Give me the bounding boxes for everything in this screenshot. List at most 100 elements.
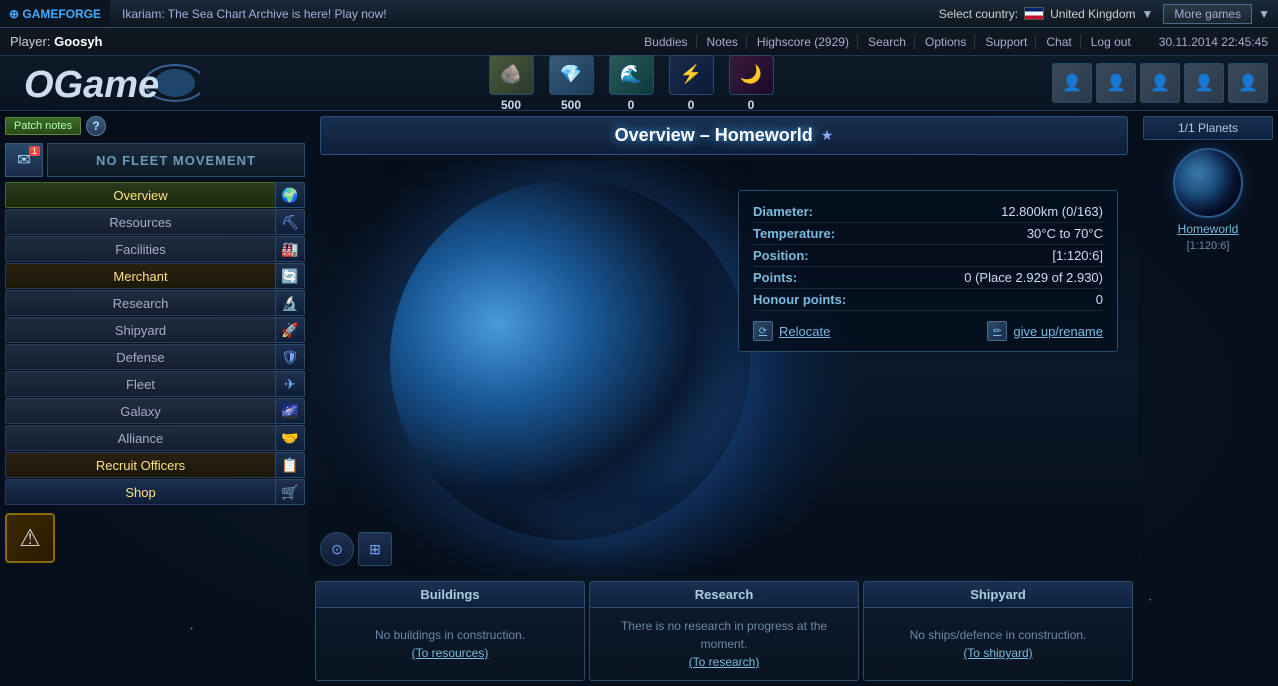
nav-highscore[interactable]: Highscore (2929)	[749, 35, 858, 49]
metal-count: 500	[501, 98, 521, 112]
rename-icon: ✏	[987, 321, 1007, 341]
country-name: United Kingdom	[1050, 7, 1135, 21]
sidebar-item-shop[interactable]: Shop 🛒	[5, 479, 305, 505]
sidebar-item-alliance[interactable]: Alliance 🤝	[5, 425, 305, 451]
news-ticker: Ikariam: The Sea Chart Archive is here! …	[110, 7, 929, 21]
officer-1-icon[interactable]: 👤	[1052, 63, 1092, 103]
sidebar-item-defense[interactable]: Defense 🛡	[5, 344, 305, 370]
warning-icon[interactable]: ⚠	[5, 513, 55, 563]
to-shipyard-link[interactable]: (To shipyard)	[963, 646, 1032, 660]
planet-info-panel: Diameter: 12.800km (0/163) Temperature: …	[738, 190, 1118, 352]
shipyard-label: Shipyard	[5, 317, 275, 343]
shipyard-status-text: No ships/defence in construction.(To shi…	[910, 626, 1087, 662]
bottom-panels: Buildings No buildings in construction.(…	[310, 576, 1138, 686]
nav-options[interactable]: Options	[917, 35, 975, 49]
sidebar-item-fleet[interactable]: Fleet ✈	[5, 371, 305, 397]
facilities-icon: 🏭	[275, 236, 305, 262]
defense-label: Defense	[5, 344, 275, 370]
main-layout: Patch notes ? ✉ 1 NO FLEET MOVEMENT Over…	[0, 111, 1278, 686]
to-research-link[interactable]: (To research)	[689, 655, 760, 669]
gameforge-logo: ⊕ GAMEFORGE	[0, 0, 110, 27]
message-badge: 1	[29, 146, 40, 156]
ogame-logo-svg: OGame	[20, 59, 200, 107]
buildings-panel: Buildings No buildings in construction.(…	[315, 581, 585, 681]
sidebar-item-galaxy[interactable]: Galaxy 🌌	[5, 398, 305, 424]
datetime: 30.11.2014 22:45:45	[1159, 35, 1268, 49]
sidebar-top-controls: Patch notes ?	[0, 111, 310, 141]
research-status-text: There is no research in progress at the …	[598, 617, 850, 671]
fleet-icon: ✈	[275, 371, 305, 397]
sidebar-bottom: ⚠	[0, 508, 310, 568]
right-sidebar: 1/1 Planets Homeworld [1:120:6]	[1138, 111, 1278, 686]
sidebar-item-shipyard[interactable]: Shipyard 🚀	[5, 317, 305, 343]
resource-dark-matter: 🌙 0	[729, 55, 774, 112]
energy-icon: ⚡	[669, 55, 714, 95]
flag-icon	[1024, 7, 1044, 20]
buildings-status-text: No buildings in construction.(To resourc…	[375, 626, 525, 662]
messages-button[interactable]: ✉ 1	[5, 143, 43, 177]
info-row-diameter: Diameter: 12.800km (0/163)	[753, 201, 1103, 223]
nav-search[interactable]: Search	[860, 35, 915, 49]
player-bar: Player: Goosyh Buddies Notes Highscore (…	[0, 28, 1278, 56]
officer-2-icon[interactable]: 👤	[1096, 63, 1136, 103]
nav-chat[interactable]: Chat	[1038, 35, 1080, 49]
defense-icon: 🛡	[275, 344, 305, 370]
rename-button[interactable]: ✏ give up/rename	[987, 321, 1103, 341]
resource-deuterium: 🌊 0	[609, 55, 654, 112]
galaxy-icon: 🌌	[275, 398, 305, 424]
nav-support[interactable]: Support	[977, 35, 1036, 49]
sidebar-item-recruit-officers[interactable]: Recruit Officers 📋	[5, 452, 305, 478]
homeworld-name: Homeworld	[1178, 222, 1239, 236]
more-games-button[interactable]: More games	[1163, 4, 1252, 24]
nav-logout[interactable]: Log out	[1083, 35, 1139, 49]
sidebar-item-merchant[interactable]: Merchant 🔄	[5, 263, 305, 289]
research-icon: 🔬	[275, 290, 305, 316]
player-info: Player: Goosyh	[10, 34, 103, 49]
crystal-icon: 💎	[549, 55, 594, 95]
nav-buddies[interactable]: Buddies	[636, 35, 696, 49]
sidebar-item-facilities[interactable]: Facilities 🏭	[5, 236, 305, 262]
research-panel-header: Research	[590, 582, 858, 608]
patch-notes-button[interactable]: Patch notes	[5, 117, 81, 135]
info-row-temperature: Temperature: 30°C to 70°C	[753, 223, 1103, 245]
alliance-icon: 🤝	[275, 425, 305, 451]
dark-matter-icon: 🌙	[729, 55, 774, 95]
deuterium-count: 0	[628, 98, 635, 112]
info-row-position: Position: [1:120:6]	[753, 245, 1103, 267]
resource-energy: ⚡ 0	[669, 55, 714, 112]
relocate-label: Relocate	[779, 324, 830, 339]
country-selector[interactable]: Select country: United Kingdom ▼	[929, 7, 1164, 21]
recruit-officers-label: Recruit Officers	[5, 452, 275, 478]
homeworld-planet-item[interactable]: Homeworld [1:120:6]	[1143, 148, 1273, 252]
info-row-points: Points: 0 (Place 2.929 of 2.930)	[753, 267, 1103, 289]
resources-label: Resources	[5, 209, 275, 235]
planets-header: 1/1 Planets	[1143, 116, 1273, 140]
resource-metal: 🪨 500	[489, 55, 534, 112]
homeworld-planet-thumbnail	[1173, 148, 1243, 218]
planet-view-button[interactable]: ⊙	[320, 532, 354, 566]
fleet-movement-bar: NO FLEET MOVEMENT	[47, 143, 305, 177]
nav-links: Buddies Notes Highscore (2929) Search Op…	[636, 35, 1139, 49]
relocate-button[interactable]: ⟳ Relocate	[753, 321, 830, 341]
help-icon[interactable]: ?	[86, 116, 106, 136]
to-resources-link[interactable]: (To resources)	[412, 646, 489, 660]
officer-4-icon[interactable]: 👤	[1184, 63, 1224, 103]
sidebar-nav: Overview 🌍 Resources ⛏ Facilities 🏭 Merc…	[0, 179, 310, 508]
svg-text:OGame: OGame	[24, 64, 159, 106]
officer-5-icon[interactable]: 👤	[1228, 63, 1268, 103]
sidebar-item-resources[interactable]: Resources ⛏	[5, 209, 305, 235]
dark-matter-count: 0	[748, 98, 755, 112]
overview-icon: 🌍	[275, 182, 305, 208]
buildings-panel-body: No buildings in construction.(To resourc…	[316, 608, 584, 680]
sidebar-item-overview[interactable]: Overview 🌍	[5, 182, 305, 208]
sidebar-item-research[interactable]: Research 🔬	[5, 290, 305, 316]
officer-3-icon[interactable]: 👤	[1140, 63, 1180, 103]
galaxy-label: Galaxy	[5, 398, 275, 424]
metal-icon: 🪨	[489, 55, 534, 95]
shipyard-icon: 🚀	[275, 317, 305, 343]
facilities-label: Facilities	[5, 236, 275, 262]
alliance-label: Alliance	[5, 425, 275, 451]
fleet-send-button[interactable]: ⊞	[358, 532, 392, 566]
nav-notes[interactable]: Notes	[699, 35, 747, 49]
ogame-logo: OGame	[10, 58, 210, 108]
